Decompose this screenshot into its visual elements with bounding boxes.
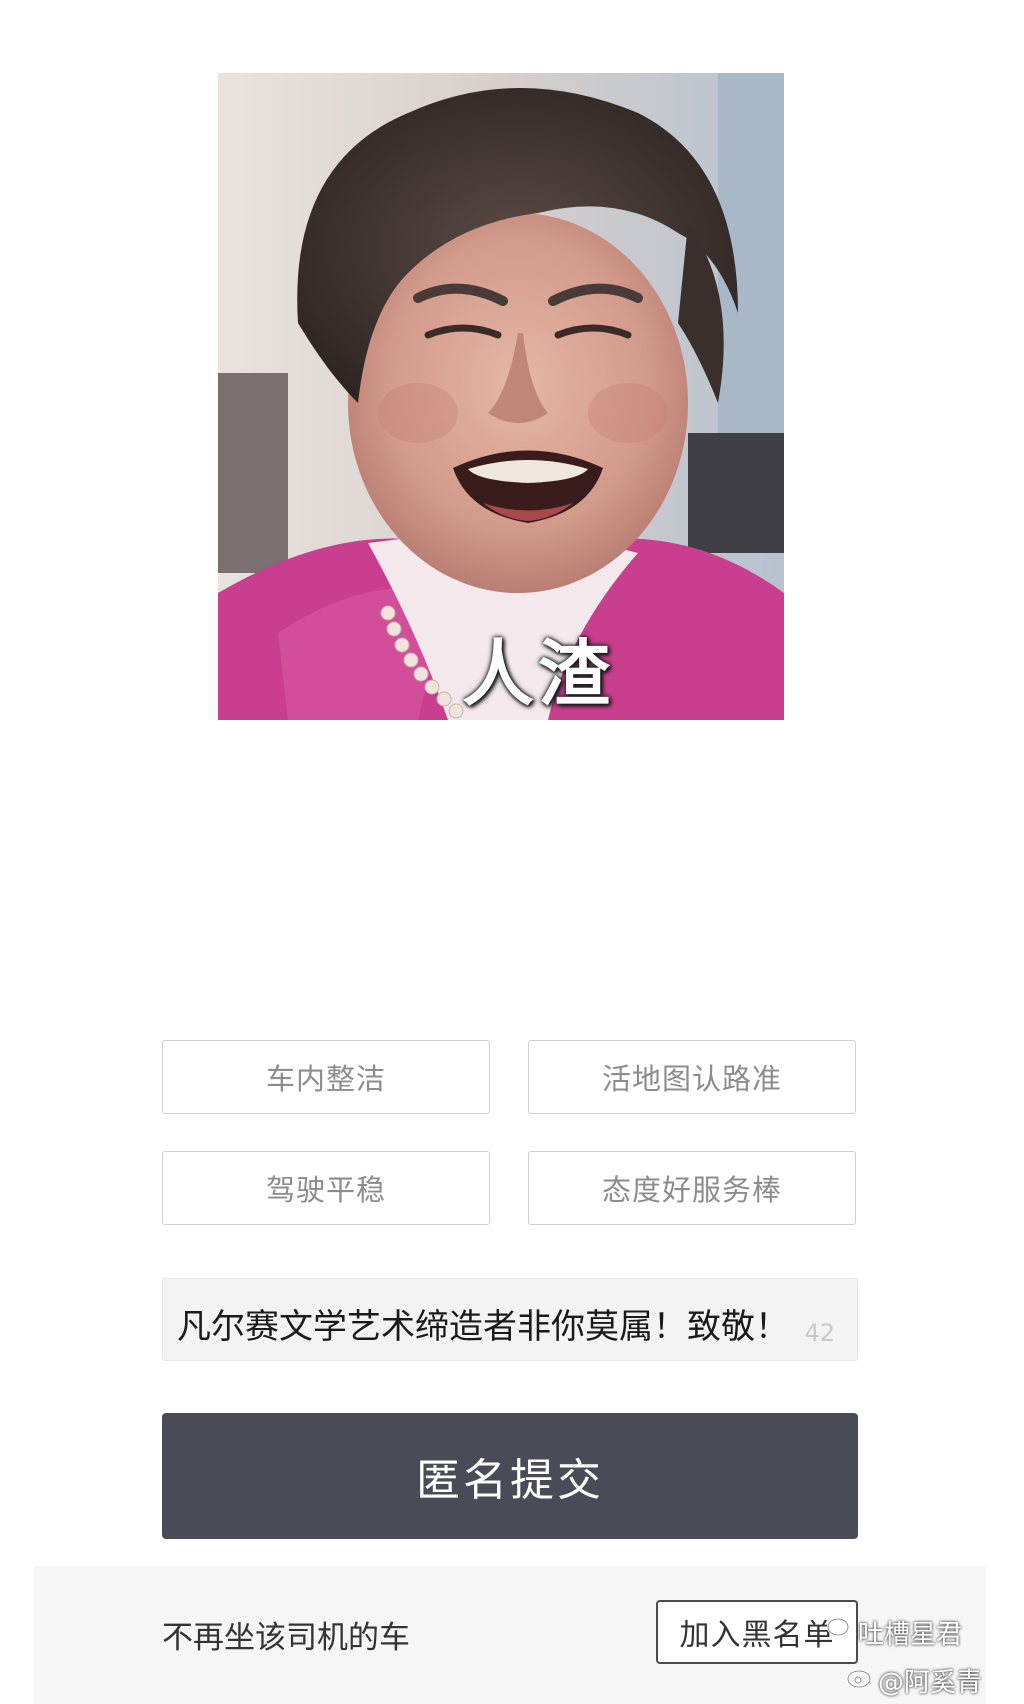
watermark-weibo: @阿奚青 bbox=[878, 1668, 983, 1698]
watermark-wechat: 吐槽星君 bbox=[858, 1620, 963, 1650]
tag-clean-car[interactable]: 车内整洁 bbox=[162, 1040, 490, 1114]
tag-good-service[interactable]: 态度好服务棒 bbox=[528, 1151, 856, 1225]
char-count: 42 bbox=[804, 1319, 835, 1347]
weibo-icon bbox=[846, 1669, 872, 1689]
comment-input[interactable]: 凡尔赛文学艺术缔造者非你莫属！致敬！ 42 bbox=[162, 1278, 858, 1361]
blacklist-label: 不再坐该司机的车 bbox=[162, 1620, 410, 1656]
meme-image: 人渣 bbox=[218, 73, 784, 720]
tag-smooth-driving[interactable]: 驾驶平稳 bbox=[162, 1151, 490, 1225]
meme-caption: 人渣 bbox=[461, 632, 614, 716]
anonymous-submit-button[interactable]: 匿名提交 bbox=[162, 1413, 858, 1539]
comment-text: 凡尔赛文学艺术缔造者非你莫属！致敬！ bbox=[177, 1307, 789, 1347]
wechat-icon bbox=[826, 1617, 856, 1640]
tag-knows-routes[interactable]: 活地图认路准 bbox=[528, 1040, 856, 1114]
